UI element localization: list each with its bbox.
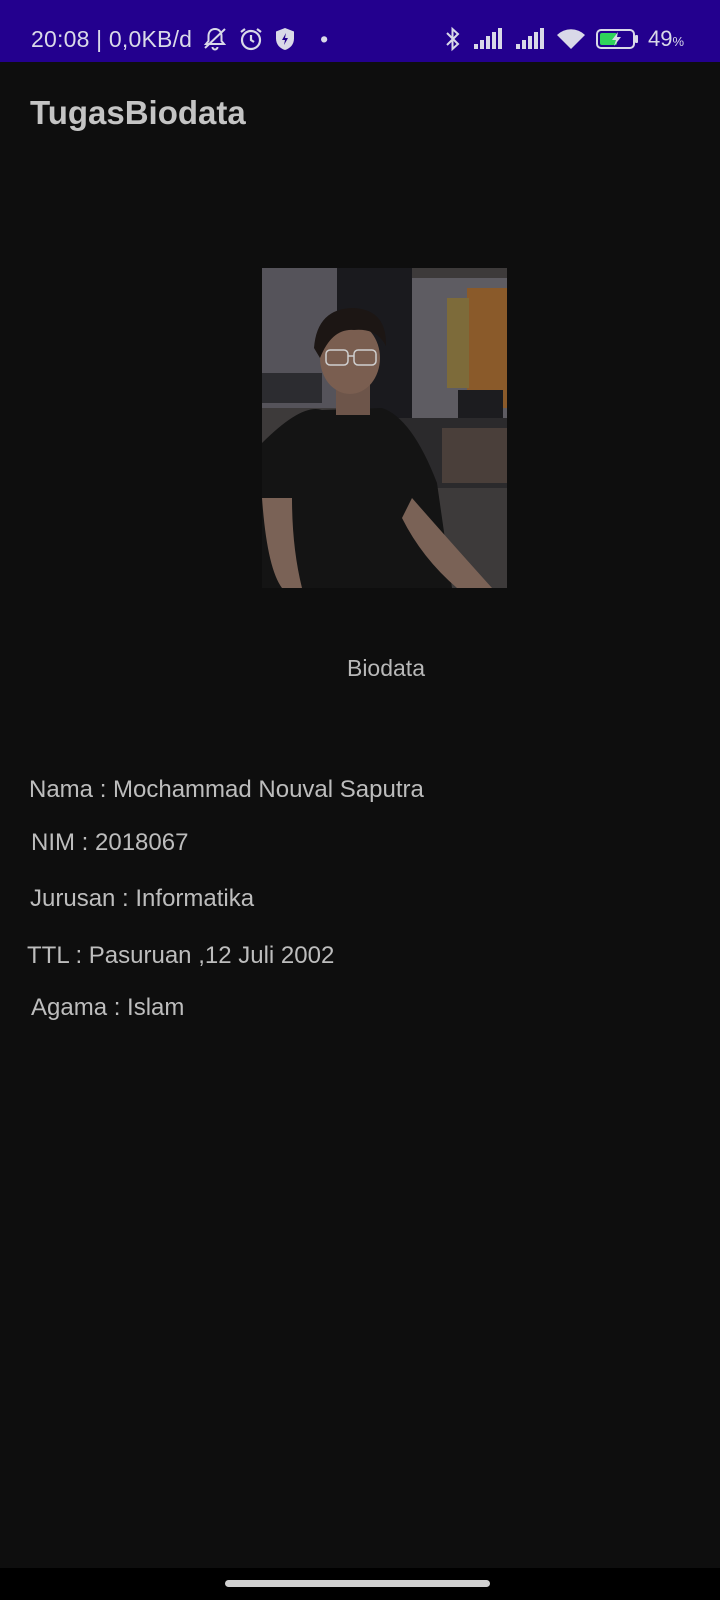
- signal-icon: [472, 28, 504, 50]
- alarm-icon: [238, 26, 264, 52]
- status-dot: •: [320, 25, 329, 52]
- biodata-heading: Biodata: [346, 655, 425, 681]
- jurusan-field: Jurusan : Informatika: [30, 885, 255, 912]
- battery-percent: 49%: [647, 26, 684, 51]
- app-bar: TugasBiodata: [0, 62, 720, 174]
- name-field: Nama : Mochammad Nouval Saputra: [29, 776, 424, 803]
- ttl-field: TTL : Pasuruan ,12 Juli 2002: [27, 942, 335, 969]
- battery-charging-icon: [595, 28, 640, 50]
- home-gesture-handle[interactable]: [225, 1580, 490, 1587]
- shield-icon: [274, 27, 296, 51]
- mute-bell-icon: [202, 26, 228, 52]
- app-title: TugasBiodata: [30, 94, 246, 131]
- navigation-bar: [0, 1568, 720, 1600]
- agama-field: Agama : Islam: [31, 994, 185, 1021]
- bluetooth-icon: [444, 26, 462, 52]
- nim-field: NIM : 2018067: [31, 829, 189, 856]
- screen: 20:08 | 0,0KB/d • 49% TugasBiodata Bioda…: [0, 0, 720, 1600]
- signal-icon: [514, 28, 546, 50]
- status-bar: 20:08 | 0,0KB/d • 49%: [0, 0, 720, 62]
- status-time: 20:08 | 0,0KB/d: [31, 25, 193, 52]
- wifi-icon: [556, 28, 586, 50]
- profile-photo: [262, 268, 507, 588]
